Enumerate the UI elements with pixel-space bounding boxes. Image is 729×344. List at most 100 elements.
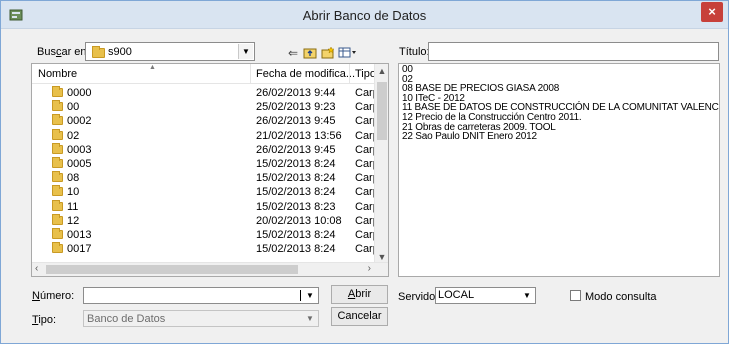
file-name-cell: 10 [52,185,80,199]
lookin-label: Buscar en: [37,46,90,58]
column-divider[interactable] [349,64,350,84]
file-name-cell: 0000 [52,86,91,99]
file-row[interactable]: 11 15/02/2013 8:23 Carpe [32,199,385,214]
chevron-down-icon[interactable]: ▼ [303,312,317,325]
horizontal-scrollbar[interactable]: ‹ › [32,262,388,276]
column-divider[interactable] [250,64,251,84]
file-name-cell: 02 [52,128,80,142]
database-item[interactable]: 00 [402,65,716,75]
file-name-cell: 0013 [52,227,92,241]
chevron-down-icon[interactable]: ▼ [238,44,253,59]
title-bar[interactable]: Abrir Banco de Datos × [1,1,728,29]
file-date: 15/02/2013 8:24 [256,186,336,199]
file-date: 26/02/2013 9:45 [256,143,336,156]
folder-icon [52,100,63,112]
file-name-cell: 00 [52,100,80,114]
window-title: Abrir Banco de Datos [302,8,427,23]
file-name: 08 [67,172,80,185]
file-row[interactable]: 0013 15/02/2013 8:24 Carpe [32,227,385,242]
file-name-cell: 12 [52,213,80,227]
file-name: 0005 [67,157,92,170]
file-name-cell: 0005 [52,156,92,170]
folder-icon [52,86,63,97]
lookin-value: s900 [108,46,132,58]
database-item[interactable]: 22 Sao Paulo DNIT Enero 2012 [402,132,716,142]
vertical-scrollbar[interactable]: ▲ ▼ [374,64,388,262]
file-row[interactable]: 12 20/02/2013 10:08 Carpe [32,213,385,228]
file-row[interactable]: 0003 26/02/2013 9:45 Carpe [32,142,385,157]
file-name-cell: 0017 [52,242,91,255]
file-row[interactable]: 10 15/02/2013 8:24 Carpe [32,185,385,199]
close-button[interactable]: × [701,2,723,22]
scroll-up-icon[interactable]: ▲ [375,66,388,76]
folder-icon [52,156,63,168]
file-row[interactable]: 00 25/02/2013 9:23 Carpe [32,100,385,114]
file-row[interactable]: 0002 26/02/2013 9:45 Carpe [32,114,385,128]
folder-icon [52,199,63,211]
file-row[interactable]: 0017 15/02/2013 8:24 Carpe [32,242,385,256]
tipo-label: Tipo: [32,314,57,326]
file-date: 15/02/2013 8:24 [256,157,336,170]
file-name-cell: 11 [52,199,79,213]
file-list[interactable]: Nombre ▲ Fecha de modifica... Tipo 0000 2… [31,63,389,277]
file-name: 0003 [67,143,92,156]
lookin-combo[interactable]: s900 ▼ [85,42,255,61]
file-name-cell: 0002 [52,114,92,128]
file-date: 26/02/2013 9:44 [256,87,336,99]
cancel-button[interactable]: Cancelar [331,307,388,326]
file-name: 11 [67,200,79,213]
up-folder-icon[interactable] [302,46,318,60]
file-date: 21/02/2013 13:56 [256,129,342,142]
file-name: 00 [67,101,80,114]
folder-icon [52,185,63,197]
file-name-cell: 08 [52,171,80,185]
folder-icon [52,171,63,183]
folder-icon [52,142,63,154]
file-date: 25/02/2013 9:23 [256,101,336,114]
new-folder-icon[interactable] [320,46,336,60]
folder-icon [52,114,63,126]
file-row[interactable]: 08 15/02/2013 8:24 Carpe [32,171,385,185]
folder-icon [52,128,63,140]
folder-icon [52,213,63,225]
file-name: 12 [67,214,80,227]
modo-consulta-checkbox[interactable] [570,290,581,301]
file-date: 15/02/2013 8:24 [256,172,336,185]
open-database-dialog: Abrir Banco de Datos × Buscar en: s900 ▼… [0,0,729,344]
scroll-down-icon[interactable]: ▼ [375,252,388,262]
file-name: 0013 [67,228,92,241]
column-header-name[interactable]: Nombre [38,68,77,80]
file-row[interactable]: 02 21/02/2013 13:56 Carpe [32,128,385,143]
open-button[interactable]: Abrir [331,285,388,304]
file-name: 10 [67,186,80,199]
file-date: 15/02/2013 8:23 [256,200,336,213]
file-row[interactable]: 0000 26/02/2013 9:44 Carpe [32,86,385,100]
titulo-label: Título: [399,46,430,58]
servidor-value: LOCAL [438,289,475,301]
tipo-value: Banco de Datos [87,313,166,325]
file-row[interactable]: 0005 15/02/2013 8:24 Carpe [32,156,385,171]
chevron-down-icon[interactable]: ▼ [303,289,317,302]
scroll-left-icon[interactable]: ‹ [35,263,38,274]
folder-icon [92,46,105,58]
tipo-combo[interactable]: Banco de Datos ▼ [83,310,319,327]
scroll-thumb[interactable] [377,82,387,140]
numero-label: Número: [32,290,75,302]
titulo-input[interactable] [428,42,719,61]
file-name-cell: 0003 [52,142,92,156]
servidor-combo[interactable]: LOCAL ▼ [435,287,536,304]
modo-consulta-label[interactable]: Modo consulta [585,291,657,303]
column-header-type[interactable]: Tipo [355,68,376,80]
view-menu-icon[interactable] [338,46,358,60]
column-header-date[interactable]: Fecha de modifica... [256,68,355,80]
file-rows: 0000 26/02/2013 9:44 Carpe 00 25/02/2013 9:2… [32,86,385,256]
file-name: 0002 [67,115,92,128]
file-date: 15/02/2013 8:24 [256,228,336,241]
database-list[interactable]: 00 02 08 BASE DE PRECIOS GIASA 2008 10 ITeC… [398,63,720,277]
scroll-thumb[interactable] [46,265,298,274]
file-name: 02 [67,129,80,142]
scroll-right-icon[interactable]: › [368,263,371,274]
numero-combo[interactable]: ▼ [83,287,319,304]
back-arrow-icon[interactable]: ⇐ [285,46,301,60]
chevron-down-icon[interactable]: ▼ [520,289,534,302]
